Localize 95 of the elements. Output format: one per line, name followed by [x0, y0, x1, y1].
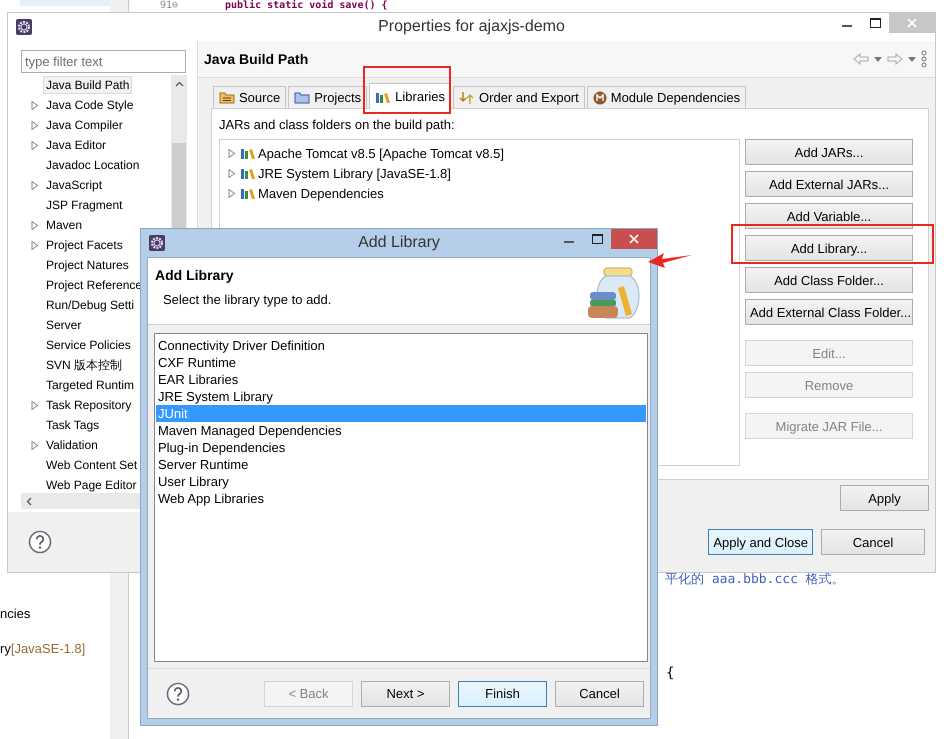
tree-item[interactable]: Server	[43, 316, 84, 334]
close-icon	[629, 234, 639, 244]
window-title: Add Library	[358, 234, 440, 252]
library-entry[interactable]: JRE System Library [JavaSE-1.8]	[258, 166, 451, 180]
page-title: Java Build Path	[204, 51, 308, 67]
action-button[interactable]: Add External JARs...	[745, 171, 913, 197]
books-icon	[240, 186, 256, 200]
list-item[interactable]: EAR Libraries	[156, 371, 646, 388]
tab[interactable]: Source	[213, 86, 286, 108]
action-button[interactable]: Add Library...	[745, 235, 913, 261]
list-item[interactable]: User Library	[156, 473, 646, 490]
list-item[interactable]: Connectivity Driver Definition	[156, 337, 646, 354]
dropdown-icon[interactable]	[908, 56, 916, 62]
help-icon[interactable]	[28, 530, 52, 554]
tree-item[interactable]: JavaScript	[43, 176, 106, 194]
tab[interactable]: Projects	[288, 86, 368, 108]
outline-item[interactable]: ry[JavaSE-1.8]	[0, 641, 86, 656]
scroll-left-icon[interactable]	[26, 496, 32, 506]
tree-item[interactable]: Javadoc Location	[43, 156, 142, 174]
back-icon[interactable]	[853, 53, 869, 65]
tree-item[interactable]: Java Build Path	[43, 76, 132, 94]
expand-arrow-icon[interactable]	[31, 140, 39, 150]
close-button[interactable]	[611, 229, 657, 249]
action-button[interactable]: Add Class Folder...	[745, 267, 913, 293]
library-entry[interactable]: Maven Dependencies	[258, 186, 384, 200]
expand-arrow-icon[interactable]	[31, 120, 39, 130]
list-item[interactable]: Plug-in Dependencies	[156, 439, 646, 456]
tree-item[interactable]: Task Repository	[43, 396, 134, 414]
action-button[interactable]: Add External Class Folder...	[745, 299, 913, 325]
tab[interactable]: Libraries	[369, 83, 452, 109]
tree-item[interactable]: SVN 版本控制	[43, 354, 126, 376]
dialog-description: Select the library type to add.	[163, 292, 332, 307]
expand-arrow-icon[interactable]	[31, 180, 39, 190]
tree-item[interactable]: Project Natures	[43, 256, 132, 274]
outline-item[interactable]: ncies	[0, 606, 86, 621]
tree-item[interactable]: JSP Fragment	[43, 196, 126, 214]
wizard-button[interactable]: Finish	[458, 680, 547, 706]
dialog-button[interactable]: Apply and Close	[708, 529, 813, 555]
expand-arrow-icon[interactable]	[31, 440, 39, 450]
expand-arrow-icon[interactable]	[228, 148, 236, 158]
scroll-up-icon[interactable]	[174, 81, 184, 87]
tree-item[interactable]: Task Tags	[43, 416, 102, 434]
tree-item[interactable]: Java Code Style	[43, 96, 136, 114]
tab[interactable]: Order and Export	[453, 86, 585, 108]
expand-arrow-icon[interactable]	[31, 220, 39, 230]
menu-icon[interactable]	[921, 50, 927, 68]
window-title: Properties for ajaxjs-demo	[378, 18, 565, 36]
expand-arrow-icon[interactable]	[31, 100, 39, 110]
code-line: public static void save() {	[225, 0, 388, 11]
code-comment: 平化的 aaa.bbb.ccc 格式。	[665, 571, 845, 588]
filter-field[interactable]: type filter text	[21, 50, 186, 73]
wizard-button[interactable]: Cancel	[555, 680, 644, 706]
books-icon	[240, 146, 256, 160]
code-line: {	[666, 665, 674, 681]
tree-item[interactable]: Maven	[43, 216, 86, 234]
books-icon	[240, 166, 256, 180]
tree-item[interactable]: Web Content Set	[43, 456, 140, 474]
action-button[interactable]: Add Variable...	[745, 203, 913, 229]
source-folder-icon	[219, 91, 235, 104]
list-item[interactable]: Server Runtime	[156, 456, 646, 473]
module-icon	[592, 90, 607, 104]
gear-icon	[16, 19, 32, 35]
expand-arrow-icon[interactable]	[31, 240, 39, 250]
expand-arrow-icon[interactable]	[228, 168, 236, 178]
order-arrows-icon	[459, 90, 476, 104]
tree-item[interactable]: Project Facets	[43, 236, 126, 254]
tree-item[interactable]: Java Editor	[43, 136, 110, 154]
list-item[interactable]: Web App Libraries	[156, 490, 646, 507]
line-number: 91⊖	[160, 0, 178, 11]
dialog-button[interactable]: Cancel	[821, 529, 925, 555]
folder-icon	[294, 91, 310, 104]
expand-arrow-icon[interactable]	[31, 400, 39, 410]
wizard-button[interactable]: Next >	[361, 680, 450, 706]
list-item[interactable]: CXF Runtime	[156, 354, 646, 371]
tree-item[interactable]: Web Page Editor	[43, 476, 140, 494]
build-path-label: JARs and class folders on the build path:	[219, 117, 456, 134]
tree-item[interactable]: Java Compiler	[43, 116, 126, 134]
tree-item[interactable]: Validation	[43, 436, 101, 454]
expand-arrow-icon[interactable]	[228, 188, 236, 198]
library-entry[interactable]: Apache Tomcat v8.5 [Apache Tomcat v8.5]	[258, 146, 504, 160]
dialog-heading: Add Library	[155, 267, 235, 283]
close-icon	[907, 18, 917, 28]
list-item[interactable]: Maven Managed Dependencies	[156, 422, 646, 439]
list-item[interactable]: JRE System Library	[156, 388, 646, 405]
pointer-arrow	[648, 252, 692, 268]
tab[interactable]: Module Dependencies	[586, 86, 746, 108]
tree-item[interactable]: Service Policies	[43, 336, 134, 354]
tree-item[interactable]: Targeted Runtim	[43, 376, 138, 394]
tree-item[interactable]: Run/Debug Setti	[43, 296, 138, 314]
action-button[interactable]: Add JARs...	[745, 139, 913, 165]
gear-icon	[149, 235, 165, 251]
dropdown-icon[interactable]	[874, 56, 882, 62]
help-icon[interactable]	[166, 682, 190, 706]
forward-icon[interactable]	[887, 53, 903, 65]
apply-button[interactable]: Apply	[840, 485, 929, 511]
